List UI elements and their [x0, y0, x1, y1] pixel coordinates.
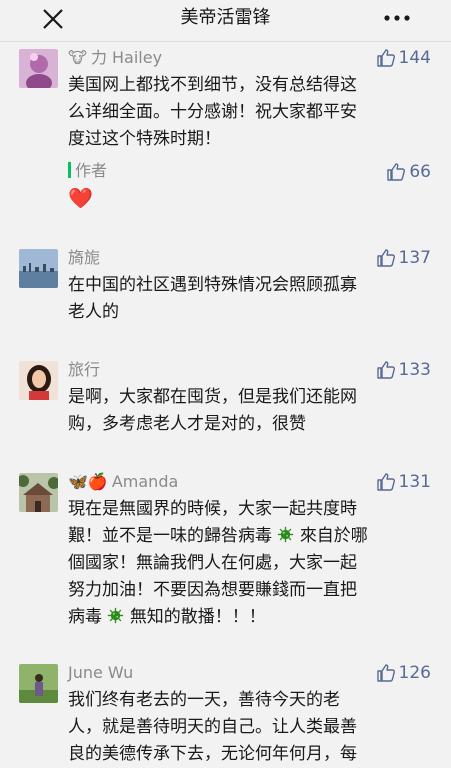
thumbs-up-icon: [376, 49, 395, 67]
top-bar: 美帝活雷锋: [0, 0, 451, 42]
like-button[interactable]: 126: [376, 661, 431, 685]
comment-text: 我们终有老去的一天，善待今天的老 人，就是善待明天的自己。让人类最善 良的美德传…: [68, 690, 357, 764]
commenter-name[interactable]: 🦋🍎 Amanda: [68, 470, 178, 494]
avatar[interactable]: [19, 249, 58, 288]
virus-icon: [278, 526, 294, 543]
virus-icon: [108, 607, 124, 624]
like-count: 131: [398, 472, 431, 492]
like-button[interactable]: 144: [376, 46, 431, 70]
like-count: 126: [398, 663, 431, 683]
like-count: 66: [409, 162, 431, 182]
like-count: 144: [398, 48, 431, 68]
heart-icon: ❤️: [68, 186, 93, 210]
avatar[interactable]: [19, 473, 58, 512]
commenter-name[interactable]: June Wu: [68, 661, 133, 685]
like-count: 133: [398, 360, 431, 380]
comment-text: 在中国的社区遇到特殊情况会照顾孤寡 老人的: [68, 275, 357, 322]
comment-text: 美国网上都找不到细节，没有总结得这 么详细全面。十分感谢！祝大家都平安 度过这个…: [68, 75, 357, 149]
more-icon[interactable]: [383, 8, 411, 28]
thumbs-up-icon: [387, 163, 406, 181]
commenter-name[interactable]: 旖旎: [68, 246, 100, 270]
like-button[interactable]: 133: [376, 358, 431, 382]
author-reply-tag: 作者: [68, 160, 107, 182]
comment-text: 是啊，大家都在囤货，但是我们还能网 购，多考虑老人才是对的，很赞: [68, 387, 357, 434]
thumbs-up-icon: [376, 361, 395, 379]
commenter-name[interactable]: 🐮 力 Hailey: [68, 46, 162, 70]
like-button[interactable]: 66: [386, 160, 431, 184]
commenter-name[interactable]: 旅行: [68, 358, 100, 382]
thumbs-up-icon: [376, 473, 395, 491]
like-button[interactable]: 131: [376, 470, 431, 494]
thumbs-up-icon: [376, 249, 395, 267]
thumbs-up-icon: [376, 664, 395, 682]
avatar[interactable]: [19, 664, 58, 703]
comment-text: 現在是無國界的時候，大家一起共度時 艱！並不是一味的歸咎病毒 來自於哪 個國家！…: [68, 499, 368, 627]
author-reply-bar: [68, 162, 71, 178]
like-count: 137: [398, 248, 431, 268]
like-button[interactable]: 137: [376, 246, 431, 270]
avatar[interactable]: [19, 361, 58, 400]
avatar[interactable]: [19, 49, 58, 88]
